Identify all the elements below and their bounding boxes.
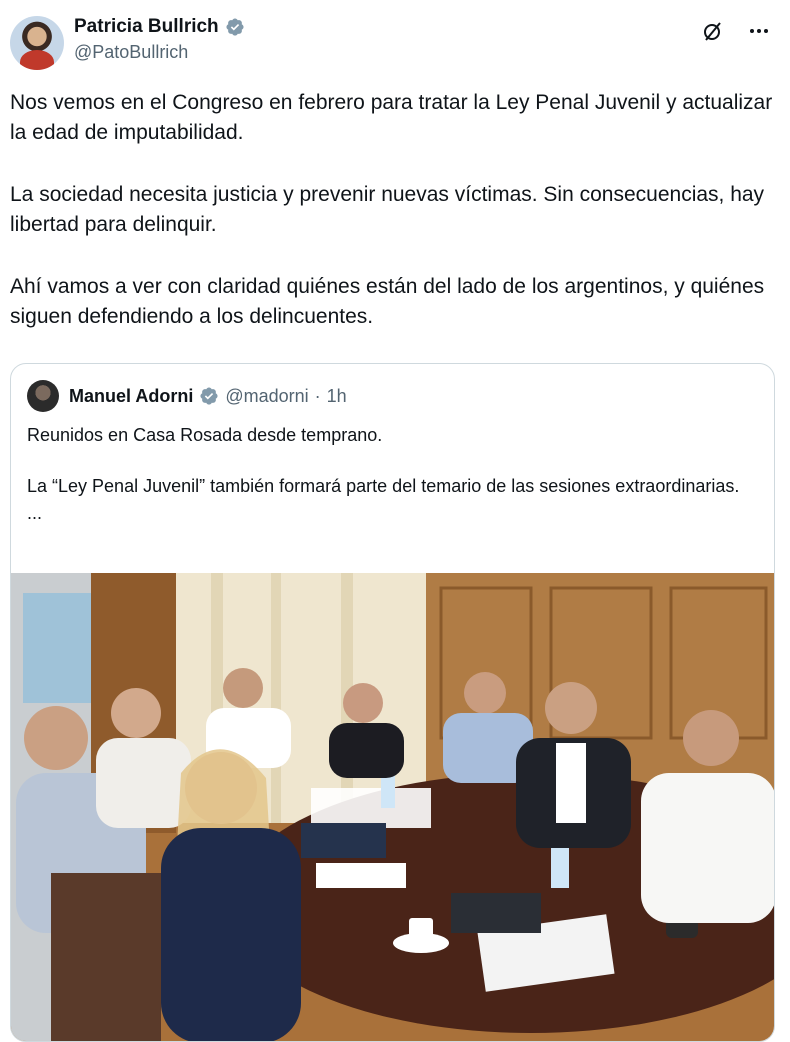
header-actions: [700, 18, 772, 44]
tweet-paragraph-3: Ahí vamos a ver con claridad quiénes est…: [10, 275, 765, 328]
tweet-paragraph-1: Nos vemos en el Congreso en febrero para…: [10, 91, 773, 144]
tweet-header: Patricia Bullrich @PatoBullrich: [10, 12, 780, 70]
verified-badge-icon: [200, 387, 218, 405]
author-handle[interactable]: @PatoBullrich: [74, 42, 245, 63]
grok-icon[interactable]: [700, 18, 726, 44]
verified-badge-icon: [226, 18, 244, 36]
quoted-author-avatar[interactable]: [27, 380, 59, 412]
quoted-tweet-photo[interactable]: [11, 573, 774, 1041]
quoted-paragraph-2: La “Ley Penal Juvenil” también formará p…: [27, 476, 740, 496]
author-display-name[interactable]: Patricia Bullrich: [74, 16, 245, 38]
meeting-photo: [11, 573, 774, 1041]
quoted-ellipsis: ...: [27, 503, 43, 523]
tweet-text: Nos vemos en el Congreso en febrero para…: [10, 88, 780, 364]
author-names: Patricia Bullrich @PatoBullrich: [74, 16, 245, 63]
quoted-tweet-text: Reunidos en Casa Rosada desde temprano. …: [27, 422, 757, 551]
quoted-author-handle[interactable]: @madorni: [225, 386, 308, 407]
quoted-tweet[interactable]: Manuel Adorni @madorni · 1h Reunidos en …: [10, 363, 775, 1042]
quoted-tweet-header: Manuel Adorni @madorni · 1h: [27, 380, 347, 412]
quoted-author-display-name[interactable]: Manuel Adorni: [69, 386, 193, 407]
author-display-name-text[interactable]: Patricia Bullrich: [74, 16, 219, 38]
separator-dot: ·: [314, 385, 321, 406]
more-icon[interactable]: [746, 18, 772, 44]
quoted-paragraph-1: Reunidos en Casa Rosada desde temprano.: [27, 425, 383, 445]
quoted-timestamp[interactable]: 1h: [327, 386, 347, 407]
tweet-paragraph-2: La sociedad necesita justicia y prevenir…: [10, 183, 765, 236]
author-avatar[interactable]: [10, 16, 64, 70]
